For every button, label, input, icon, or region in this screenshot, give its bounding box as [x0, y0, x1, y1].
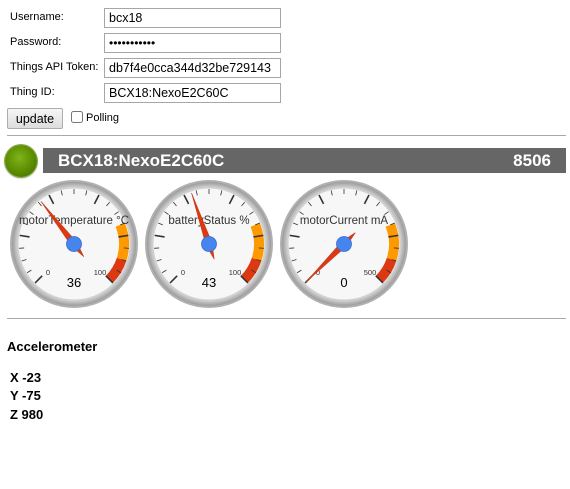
gauge-value: 0: [340, 275, 347, 290]
gauge-max-label: 100: [229, 268, 242, 277]
gauge-max-label: 500: [364, 268, 377, 277]
divider-bottom: [7, 318, 566, 319]
accel-y-value: Y -75: [10, 388, 41, 403]
gauge-min-label: 0: [46, 268, 50, 277]
accel-x-value: X -23: [10, 370, 42, 385]
gauges-panel: motorTemperature °C 0 100 36 batteryStatus %…: [10, 180, 408, 308]
gauge-1: motorTemperature °C 0 100 36: [10, 180, 138, 308]
gauge-3: motorCurrent mA0 5000: [280, 180, 408, 308]
gauge-hub: [66, 236, 82, 252]
accel-z-value: Z 980: [10, 407, 44, 422]
gauge-hub: [336, 236, 352, 252]
gauge-label: motorTemperature °C: [19, 215, 129, 227]
gauge-min-label: 0: [181, 268, 185, 277]
accelerometer-title: Accelerometer: [7, 339, 98, 354]
gauge-max-label: 100: [94, 268, 107, 277]
gauge-hub: [201, 236, 217, 252]
gauge-value: 43: [202, 275, 216, 290]
gauge-label: motorCurrent mA: [300, 215, 389, 227]
gauge-label: batteryStatus %: [168, 215, 249, 227]
gauge-value: 36: [67, 275, 81, 290]
gauge-2: batteryStatus % 0 100 43: [145, 180, 273, 308]
